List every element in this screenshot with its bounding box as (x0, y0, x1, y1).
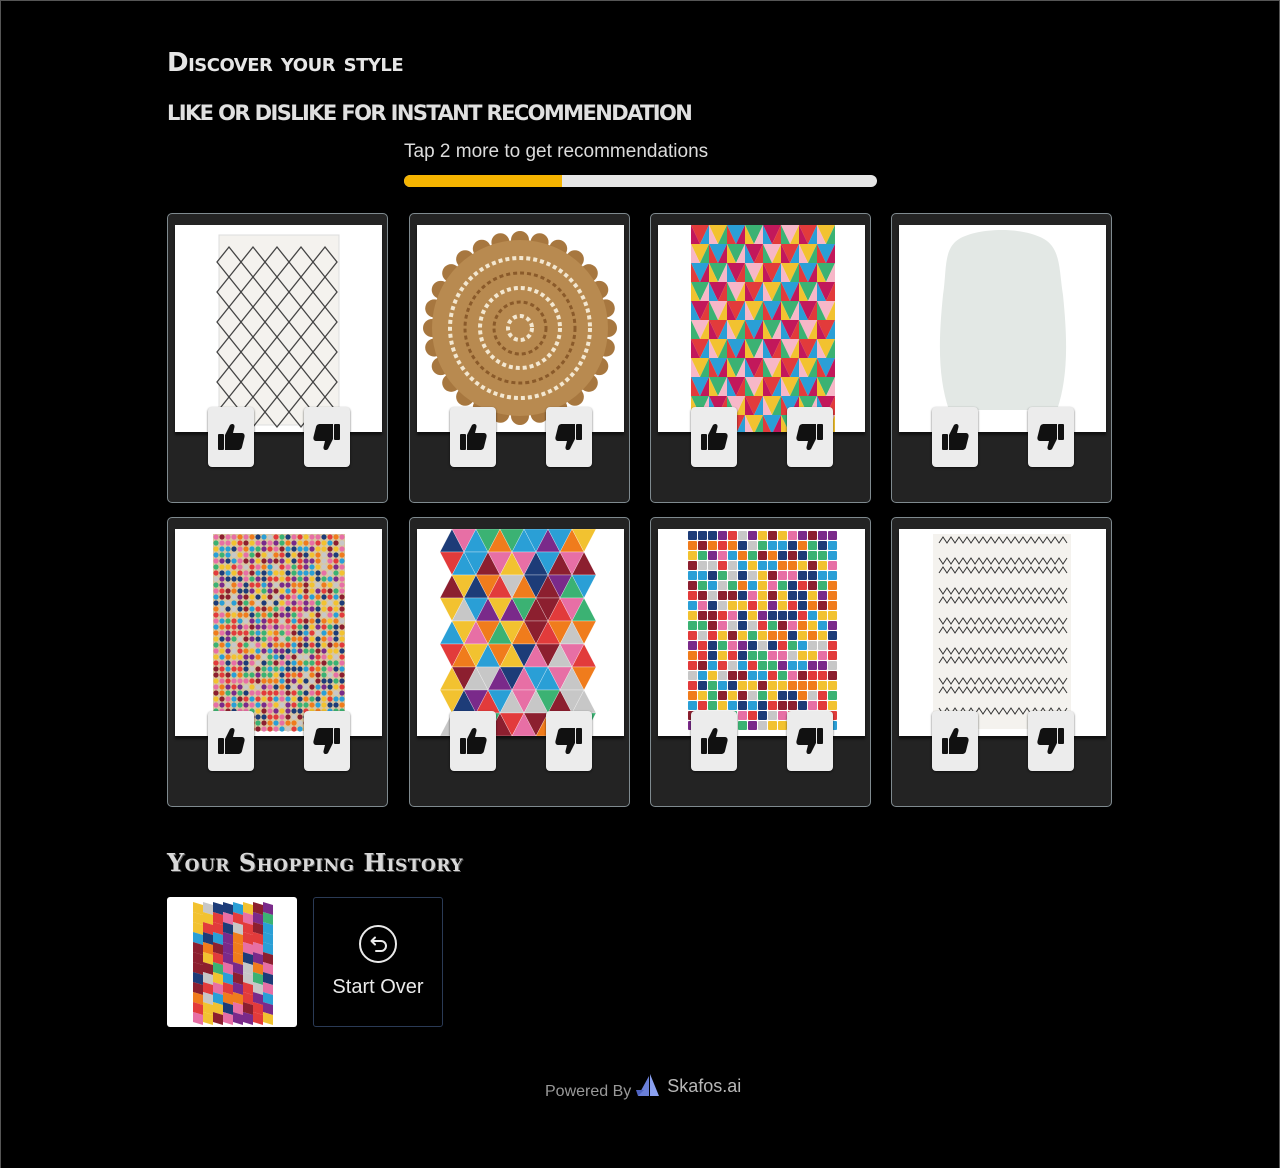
thumbs-up-icon (218, 727, 245, 754)
rug-card (891, 213, 1112, 503)
like-button[interactable] (932, 711, 978, 771)
dislike-button[interactable] (1028, 711, 1074, 771)
rug-image (658, 225, 865, 432)
thumbs-up-icon (701, 423, 728, 450)
rug-image (899, 225, 1106, 432)
page-subtitle: LIKE OR DISLIKE FOR INSTANT RECOMMENDATI… (167, 101, 693, 125)
rug-card (167, 213, 388, 503)
progress-label: Tap 2 more to get recommendations (404, 141, 709, 162)
thumbs-up-icon (701, 727, 728, 754)
undo-circle-icon (358, 924, 398, 964)
page-title: Discover your style (167, 48, 404, 78)
like-button[interactable] (932, 407, 978, 467)
progress-bar (404, 175, 877, 187)
history-rug-image (191, 900, 273, 1025)
thumbs-down-icon (796, 728, 823, 755)
like-button[interactable] (208, 711, 254, 771)
rug-card (167, 517, 388, 807)
thumbs-down-icon (1037, 424, 1064, 451)
powered-by-text: Powered By (545, 1083, 632, 1100)
dislike-button[interactable] (1028, 407, 1074, 467)
dislike-button[interactable] (546, 407, 592, 467)
rug-card (409, 517, 630, 807)
like-button[interactable] (691, 711, 737, 771)
dislike-button[interactable] (304, 711, 350, 771)
rug-image (417, 529, 624, 736)
rug-image (658, 529, 865, 736)
footer: Powered By Skafos.ai (545, 1072, 741, 1103)
rug-card (409, 213, 630, 503)
like-button[interactable] (691, 407, 737, 467)
history-item-rug-image[interactable] (167, 897, 297, 1027)
rug-card (650, 213, 871, 503)
dislike-button[interactable] (787, 711, 833, 771)
thumbs-up-icon (942, 423, 969, 450)
thumbs-down-icon (313, 424, 340, 451)
rug-card (650, 517, 871, 807)
dislike-button[interactable] (787, 407, 833, 467)
thumbs-up-icon (942, 727, 969, 754)
thumbs-down-icon (555, 424, 582, 451)
rug-image (175, 529, 382, 736)
rug-image (899, 529, 1106, 736)
thumbs-up-icon (218, 423, 245, 450)
start-over-label: Start Over (332, 976, 424, 998)
thumbs-down-icon (313, 728, 340, 755)
dislike-button[interactable] (546, 711, 592, 771)
like-button[interactable] (450, 711, 496, 771)
thumbs-up-icon (460, 727, 487, 754)
shopping-history-title: Your Shopping History (167, 848, 463, 877)
thumbs-down-icon (1037, 728, 1064, 755)
thumbs-up-icon (460, 423, 487, 450)
like-button[interactable] (208, 407, 254, 467)
like-button[interactable] (450, 407, 496, 467)
rug-card (891, 517, 1112, 807)
thumbs-down-icon (555, 728, 582, 755)
dislike-button[interactable] (304, 407, 350, 467)
brand-name[interactable]: Skafos.ai (667, 1076, 741, 1097)
start-over-button[interactable]: Start Over (313, 897, 443, 1027)
thumbs-down-icon (796, 424, 823, 451)
rug-image (417, 225, 624, 432)
skafos-logo-icon (635, 1072, 661, 1103)
rug-image (175, 225, 382, 432)
progress-bar-fill (404, 175, 562, 187)
